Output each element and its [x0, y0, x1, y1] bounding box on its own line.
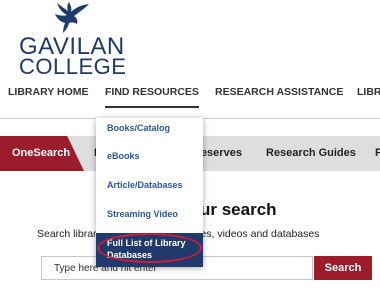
eagle-icon [55, 2, 89, 33]
gavilan-college-logo[interactable]: GAVILAN COLLEGE [17, 0, 126, 79]
nav-library-home[interactable]: LIBRARY HOME [8, 86, 89, 98]
find-resources-dropdown: Books/Catalog eBooks Article/Databases S… [96, 118, 203, 267]
dropdown-item-full-list-databases[interactable]: Full List of Library Databases [96, 233, 203, 267]
search-button[interactable]: Search [314, 256, 372, 280]
nav-library-cutoff[interactable]: LIBR [357, 86, 380, 98]
tab-onesearch-label: OneSearch [12, 147, 71, 159]
tab-research-guides[interactable]: Research Guides [266, 147, 356, 159]
dropdown-item-books-catalog[interactable]: Books/Catalog [107, 123, 170, 133]
tab-cutoff[interactable]: F [375, 147, 380, 159]
dropdown-item-streaming-video[interactable]: Streaming Video [107, 209, 178, 219]
nav-find-resources[interactable]: FIND RESOURCES [105, 86, 199, 108]
logo-text-line2: COLLEGE [19, 54, 127, 79]
search-headline: ur search [200, 200, 277, 219]
dropdown-item-article-databases[interactable]: Article/Databases [107, 180, 183, 190]
main-nav: LIBRARY HOME FIND RESOURCES RESEARCH ASS… [0, 84, 380, 108]
tab-onesearch[interactable]: OneSearch [0, 136, 84, 171]
nav-research-assistance[interactable]: RESEARCH ASSISTANCE [215, 86, 343, 98]
dropdown-item-ebooks[interactable]: eBooks [107, 151, 140, 161]
